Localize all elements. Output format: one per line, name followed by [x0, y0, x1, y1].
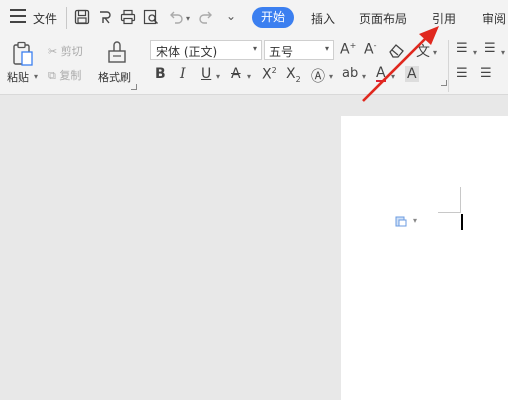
font-size-value: 五号 — [269, 45, 294, 59]
watermark-url: www.xitongzhijia.net — [403, 380, 487, 389]
ribbon-group-separator — [448, 40, 449, 92]
redo-icon[interactable] — [198, 9, 214, 25]
bullet-list-icon[interactable]: ☰ — [456, 41, 468, 56]
chevron-down-icon: ▾ — [252, 44, 257, 53]
text-cursor — [461, 214, 463, 230]
format-brush-quick-icon[interactable] — [97, 9, 113, 25]
undo-icon[interactable] — [168, 9, 184, 25]
tab-insert[interactable]: 插入 — [311, 10, 335, 27]
paste-options-icon[interactable] — [395, 215, 407, 227]
margin-corner-mark — [460, 187, 461, 213]
clipboard-dialog-launcher-icon[interactable] — [131, 84, 137, 90]
save-icon[interactable] — [74, 9, 90, 25]
watermark-logo-icon — [346, 356, 393, 387]
copy-icon: ⧉ — [48, 69, 56, 82]
font-family-select[interactable]: 宋体 (正文) ▾ — [150, 40, 262, 60]
file-menu-label[interactable]: 文件 — [33, 10, 57, 27]
print-preview-icon[interactable] — [143, 9, 159, 25]
font-family-value: 宋体 (正文) — [156, 45, 218, 59]
superscript-icon[interactable]: X2 — [262, 66, 277, 83]
bold-icon[interactable]: B — [155, 66, 166, 82]
cut-button[interactable]: ✂ 剪切 — [48, 43, 83, 59]
annotation-arrow-icon — [362, 26, 439, 102]
hamburger-menu-icon[interactable] — [10, 9, 26, 23]
underline-icon[interactable]: U — [201, 66, 211, 82]
strikethrough-dropdown-icon[interactable]: ▾ — [247, 72, 251, 81]
text-effect-dropdown-icon[interactable]: ▾ — [329, 72, 333, 81]
tab-home[interactable]: 开始 — [252, 7, 294, 28]
font-size-select[interactable]: 五号 ▾ — [264, 40, 334, 60]
grow-font-icon[interactable]: A+ — [340, 41, 356, 58]
watermark-title: 系统之家 — [400, 361, 472, 381]
underline-dropdown-icon[interactable]: ▾ — [216, 72, 220, 81]
italic-icon[interactable]: I — [180, 66, 186, 82]
strikethrough-icon[interactable]: A — [231, 66, 241, 82]
subscript-icon[interactable]: X2 — [286, 66, 301, 84]
format-painter-icon[interactable] — [106, 40, 128, 64]
print-icon[interactable] — [120, 9, 136, 25]
cut-label: 剪切 — [60, 45, 83, 58]
customize-toolbar-chevron-icon[interactable]: ⌄ — [226, 9, 236, 23]
paste-button[interactable]: 粘贴 — [7, 69, 29, 85]
toolbar-separator — [66, 7, 67, 29]
bullet-dropdown-icon[interactable]: ▾ — [473, 48, 477, 57]
paste-options-dropdown-icon[interactable]: ▾ — [413, 216, 417, 225]
paste-dropdown-icon[interactable]: ▾ — [34, 72, 38, 81]
numbered-list-icon[interactable]: ☰ — [484, 41, 496, 56]
tab-review[interactable]: 审阅 — [482, 10, 506, 27]
numbered-dropdown-icon[interactable]: ▾ — [501, 48, 505, 57]
copy-button[interactable]: ⧉ 复制 — [48, 67, 81, 83]
scissors-icon: ✂ — [48, 45, 58, 58]
undo-dropdown-icon[interactable]: ▾ — [186, 14, 190, 23]
decrease-indent-icon[interactable]: ☰ — [456, 66, 468, 81]
text-effect-icon[interactable]: Ⓐ — [311, 66, 325, 86]
paste-icon[interactable] — [12, 41, 34, 67]
increase-indent-icon[interactable]: ☰ — [480, 66, 492, 81]
chevron-down-icon: ▾ — [324, 44, 329, 53]
margin-corner-mark — [438, 212, 461, 213]
copy-label: 复制 — [59, 69, 82, 82]
format-painter-button[interactable]: 格式刷 — [98, 69, 131, 85]
